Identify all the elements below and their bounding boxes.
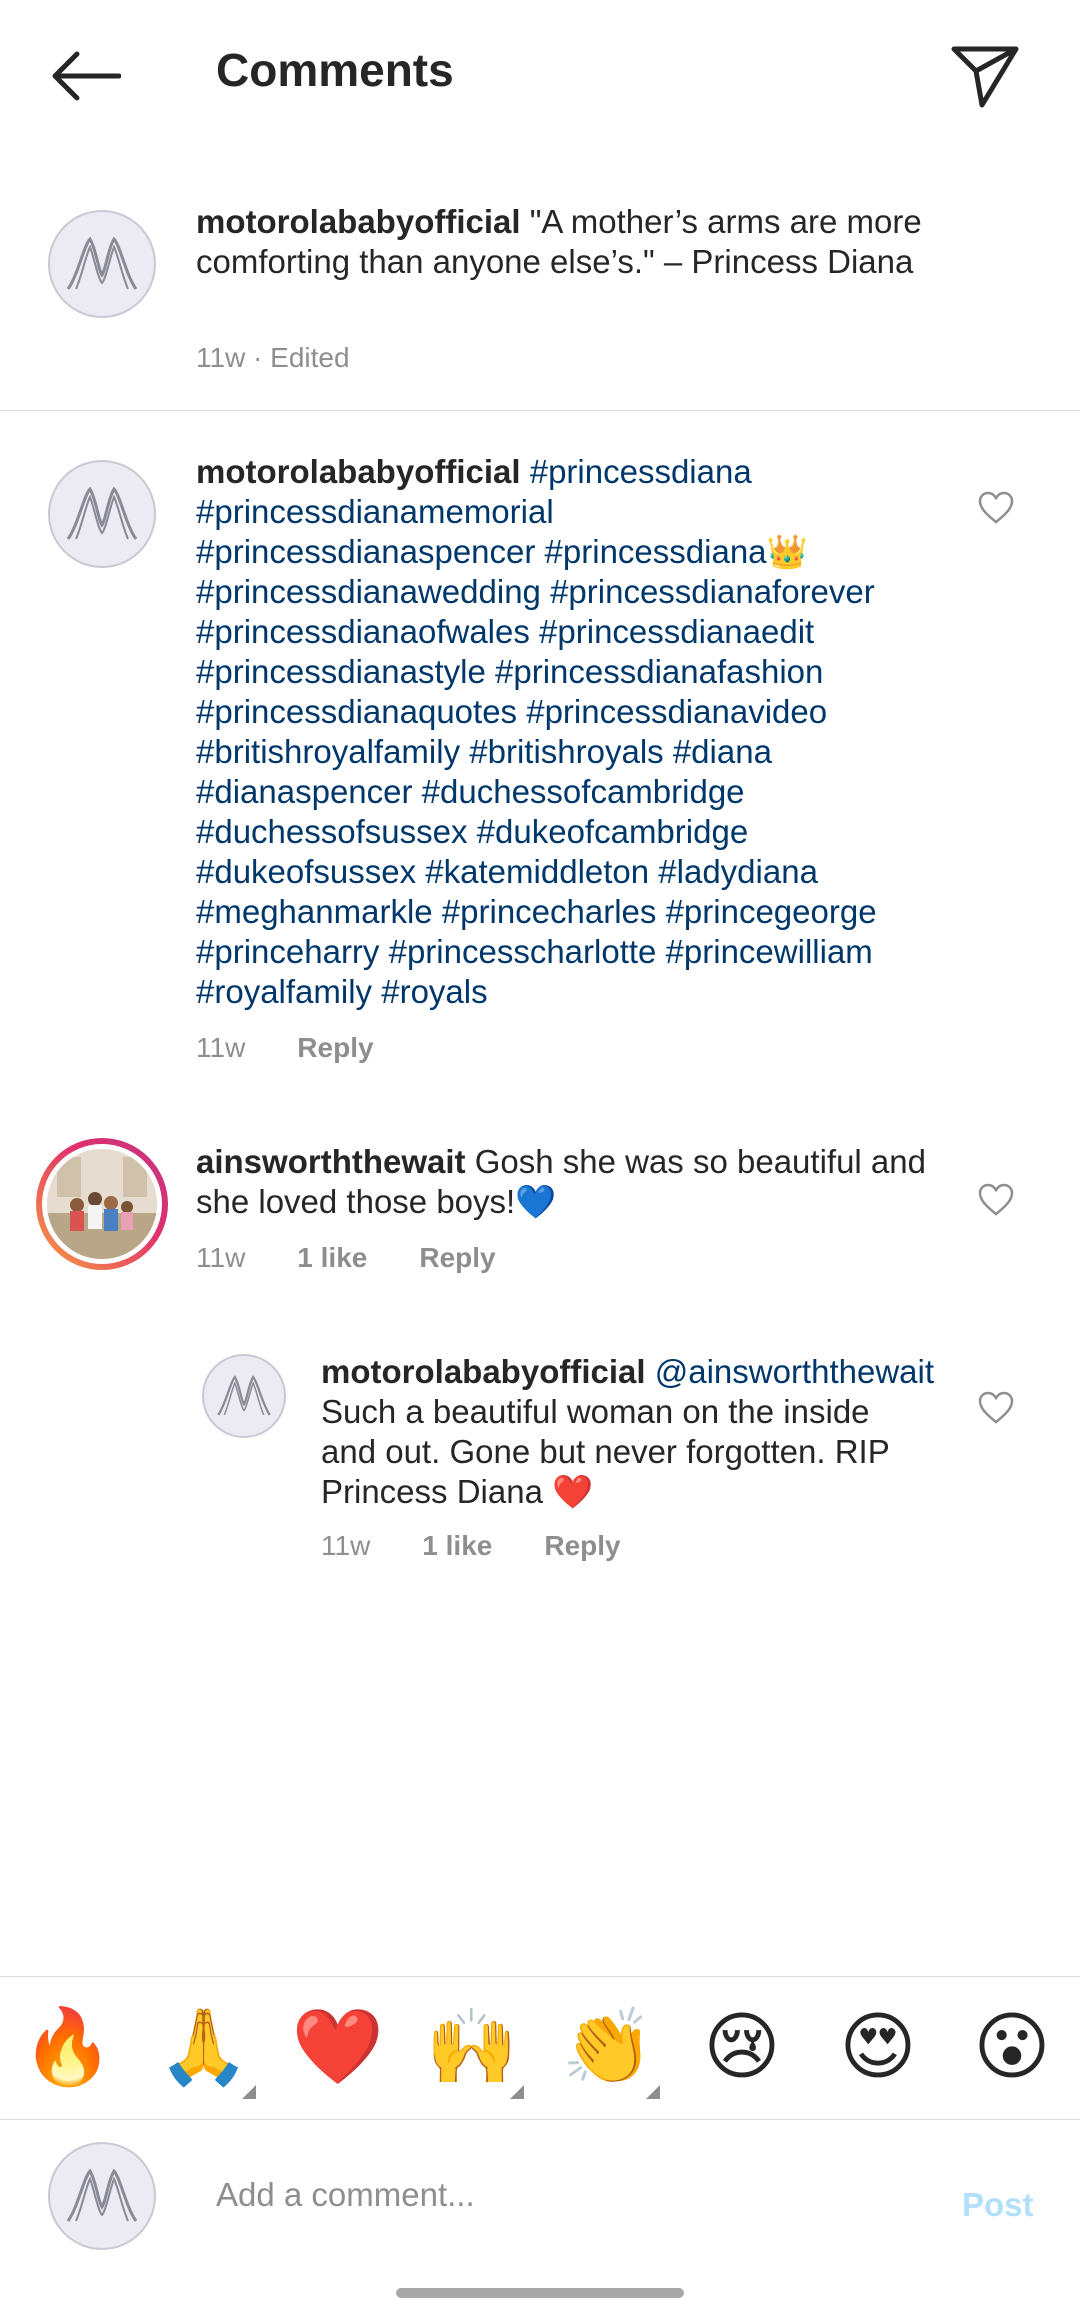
reply-button[interactable]: Reply [297, 1032, 373, 1063]
like-button[interactable] [976, 1388, 1016, 1428]
comment-username[interactable]: ainsworththewait [196, 1143, 466, 1180]
hashtag-line[interactable]: #royalfamily #royals [196, 972, 956, 1012]
hashtag-line[interactable]: #princessdianaofwales #princessdianaedit [196, 612, 956, 652]
comment-input[interactable] [216, 2160, 916, 2230]
divider [0, 410, 1080, 411]
hashtag-line[interactable]: #princessdianaspencer #princessdiana👑 [196, 532, 956, 572]
hashtag-line[interactable]: #britishroyalfamily #britishroyals #dian… [196, 732, 956, 772]
hashtag-line[interactable]: #princessdianastyle #princessdianafashio… [196, 652, 956, 692]
family-photo-icon [47, 1149, 157, 1259]
hashtag-line[interactable]: #princessdianaquotes #princessdianavideo [196, 692, 956, 732]
comment-composer [0, 2120, 1080, 2270]
home-indicator[interactable] [396, 2288, 684, 2298]
heart-icon [978, 1183, 1014, 1216]
comment-body: Princess Diana ❤️ [321, 1473, 594, 1510]
comment-time: 11w [196, 1032, 246, 1063]
avatar [47, 1149, 157, 1259]
pray-emoji-button[interactable]: 🙏 [156, 1999, 252, 2095]
page-title: Comments [216, 44, 454, 96]
heart-eyes-emoji-button[interactable]: 😍 [830, 1999, 926, 2095]
comment-body: Such a beautiful woman on the inside [321, 1393, 870, 1430]
comment-text: motorolababyofficial @ainsworththewait S… [321, 1352, 961, 1512]
clap-emoji-button[interactable]: 👏 [560, 1999, 656, 2095]
hashtag-line[interactable]: #duchessofsussex #dukeofcambridge [196, 812, 956, 852]
heart-icon [978, 1391, 1014, 1424]
avatar[interactable] [48, 210, 156, 318]
emoji-quick-bar: 🔥 🙏 ❤️ 🙌 👏 😢 😍 😮 [0, 1976, 1080, 2120]
paper-plane-icon [951, 46, 1019, 108]
avatar[interactable] [48, 460, 156, 568]
comment-username[interactable]: motorolababyofficial [321, 1353, 646, 1390]
comment-body: she loved those boys!💙 [196, 1183, 557, 1220]
fire-emoji-button[interactable]: 🔥 [20, 1999, 116, 2095]
hashtag-line[interactable]: #princeharry #princesscharlotte #princew… [196, 932, 956, 972]
surprised-emoji-button[interactable]: 😮 [964, 1999, 1060, 2095]
comment-meta: 11w 1 like Reply [321, 1528, 673, 1564]
motorola-logo-icon [66, 2168, 138, 2222]
reply-button[interactable]: Reply [419, 1242, 495, 1273]
mention-link[interactable]: @ainsworththewait [655, 1353, 934, 1390]
likes-count[interactable]: 1 like [422, 1530, 492, 1561]
raised-hands-emoji-button[interactable]: 🙌 [424, 1999, 520, 2095]
hashtag-line[interactable]: #dianaspencer #duchessofcambridge [196, 772, 956, 812]
comment-body: Gosh she was so beautiful and [474, 1143, 926, 1180]
comment-meta: 11w 1 like Reply [196, 1240, 548, 1276]
comment-username[interactable]: motorolababyofficial [196, 453, 521, 490]
skin-tone-indicator [242, 2085, 256, 2099]
heart-icon [978, 491, 1014, 524]
like-button[interactable] [976, 1180, 1016, 1220]
motorola-logo-icon [66, 236, 138, 290]
hashtag-line[interactable]: #princessdiana [530, 453, 752, 490]
skin-tone-indicator [510, 2085, 524, 2099]
reply-button[interactable]: Reply [544, 1530, 620, 1561]
comment-meta: 11w Reply [196, 1030, 426, 1066]
caption-username[interactable]: motorolababyofficial [196, 203, 521, 240]
post-button[interactable]: Post [962, 2186, 1034, 2224]
avatar [48, 2142, 156, 2250]
caption-text: motorolababyofficial "A mother’s arms ar… [196, 202, 1016, 282]
comment-time: 11w [196, 1242, 246, 1273]
comment-time: 11w [321, 1530, 371, 1561]
hashtag-line[interactable]: #meghanmarkle #princecharles #princegeor… [196, 892, 956, 932]
caption-meta: 11w · Edited [196, 342, 350, 373]
share-button[interactable] [940, 36, 1030, 116]
like-button[interactable] [976, 488, 1016, 528]
comment-body: and out. Gone but never forgotten. RIP [321, 1433, 890, 1470]
arrow-left-icon [52, 51, 121, 101]
avatar-story-ring[interactable] [36, 1138, 168, 1270]
avatar[interactable] [202, 1354, 286, 1438]
hashtag-line[interactable]: #princessdianawedding #princessdianafore… [196, 572, 956, 612]
skin-tone-indicator [646, 2085, 660, 2099]
motorola-logo-icon [217, 1375, 271, 1416]
crying-emoji-button[interactable]: 😢 [694, 1999, 790, 2095]
hashtag-line[interactable]: #dukeofsussex #katemiddleton #ladydiana [196, 852, 956, 892]
motorola-logo-icon [66, 486, 138, 540]
hashtag-line[interactable]: #princessdianamemorial [196, 492, 956, 532]
header-bar: Comments [0, 0, 1080, 150]
back-button[interactable] [40, 36, 130, 116]
comment-text: motorolababyofficial #princessdiana #pri… [196, 452, 956, 1012]
likes-count[interactable]: 1 like [297, 1242, 367, 1273]
heart-emoji-button[interactable]: ❤️ [290, 1999, 386, 2095]
comment-text: ainsworththewait Gosh she was so beautif… [196, 1142, 956, 1222]
